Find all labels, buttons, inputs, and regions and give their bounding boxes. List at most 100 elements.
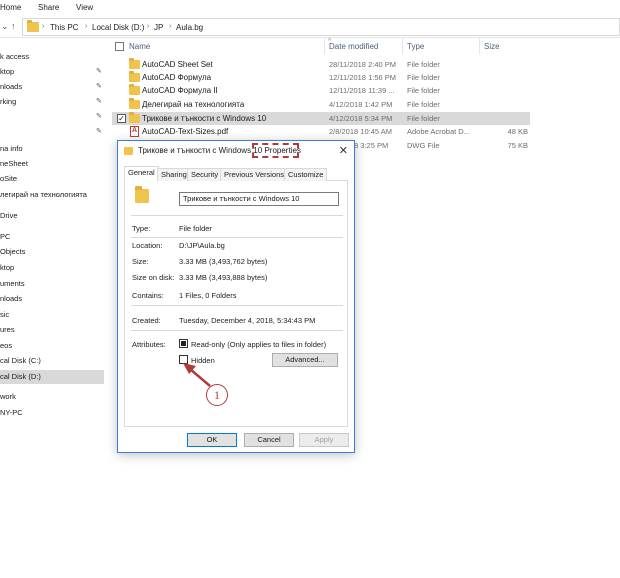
hidden-checkbox[interactable]	[179, 355, 188, 364]
column-headers: ^ Name Date modified Type Size	[112, 38, 532, 54]
nav-item-downloads-pc[interactable]: nloads	[0, 292, 104, 306]
dialog-title-bar[interactable]: Трикове и тънкости с Windows 10 Properti…	[118, 141, 354, 161]
tab-previous-versions[interactable]: Previous Versions	[220, 168, 289, 181]
readonly-checkbox[interactable]	[179, 339, 188, 348]
ribbon-tab-view[interactable]: View	[76, 3, 93, 12]
row-checkbox[interactable]: ✓	[117, 114, 126, 123]
tab-general[interactable]: General	[124, 166, 159, 181]
file-date: 28/11/2018 2:40 PM	[329, 60, 396, 69]
nav-item-pinned-6[interactable]: ✎	[0, 125, 104, 139]
chevron-right-icon[interactable]: ›	[85, 23, 87, 30]
file-name: AutoCAD Формула II	[142, 86, 218, 95]
size-on-disk-value: 3.33 MB (3,493,888 bytes)	[179, 273, 268, 282]
column-header-date[interactable]: Date modified	[329, 42, 378, 51]
nav-item-na-info[interactable]: na info	[0, 142, 104, 156]
nav-item-ny-pc[interactable]: NY-PC	[0, 406, 104, 420]
breadcrumb-local-disk-d[interactable]: Local Disk (D:)	[92, 23, 144, 32]
nav-item-working[interactable]: rking ✎	[0, 95, 104, 109]
tab-customize[interactable]: Customize	[284, 168, 328, 181]
nav-item-documents[interactable]: uments	[0, 277, 104, 291]
divider	[131, 305, 343, 306]
file-size: 75 KB	[507, 141, 528, 150]
column-divider[interactable]	[402, 38, 403, 54]
file-type: File folder	[407, 86, 440, 95]
ribbon-tab-share[interactable]: Share	[38, 3, 59, 12]
nav-item-network[interactable]: work	[0, 390, 104, 404]
file-type: File folder	[407, 73, 440, 82]
pin-icon: ✎	[96, 98, 102, 105]
column-header-name[interactable]: Name	[129, 42, 150, 51]
nav-item-3d-objects[interactable]: Objects	[0, 245, 104, 259]
size-label: Size:	[132, 257, 149, 266]
address-bar[interactable]: › This PC › Local Disk (D:) › JP › Aula.…	[22, 18, 620, 36]
chevron-right-icon[interactable]: ›	[42, 23, 44, 30]
nav-item-videos[interactable]: eos	[0, 339, 104, 353]
table-row[interactable]: Делегирай на технологията 4/12/2018 1:42…	[112, 98, 530, 111]
ribbon-tab-home[interactable]: Home	[0, 3, 21, 12]
pin-icon: ✎	[96, 68, 102, 75]
apply-button[interactable]: Apply	[299, 433, 349, 447]
nav-item-quick-access[interactable]: k access	[0, 50, 104, 64]
divider	[131, 330, 343, 331]
file-date: 12/11/2018 1:56 PM	[329, 73, 396, 82]
folder-icon	[129, 58, 140, 69]
general-panel: Трикове и тънкости с Windows 10 Type: Fi…	[124, 181, 348, 427]
nav-item-this-pc[interactable]: PC	[0, 230, 104, 244]
nav-item-onesite[interactable]: oSite	[0, 172, 104, 186]
size-on-disk-label: Size on disk:	[132, 273, 175, 282]
nav-item-pinned-5[interactable]: ✎	[0, 110, 104, 124]
file-type: File folder	[407, 60, 440, 69]
breadcrumb-this-pc[interactable]: This PC	[50, 23, 78, 32]
table-row[interactable]: AutoCAD Формула 12/11/2018 1:56 PM File …	[112, 71, 530, 84]
table-row[interactable]: AutoCAD Формула II 12/11/2018 11:39 ... …	[112, 84, 530, 97]
file-name: AutoCAD Sheet Set	[142, 60, 213, 69]
select-all-checkbox[interactable]	[115, 42, 124, 51]
advanced-button[interactable]: Advanced...	[272, 353, 338, 367]
chevron-down-icon[interactable]: ⌄	[1, 21, 9, 32]
nav-item-downloads[interactable]: nloads ✎	[0, 80, 104, 94]
tab-sharing[interactable]: Sharing	[157, 168, 191, 181]
column-header-type[interactable]: Type	[407, 42, 424, 51]
nav-item-pictures[interactable]: ures	[0, 323, 104, 337]
nav-item-local-disk-c[interactable]: cal Disk (C:)	[0, 354, 104, 368]
nav-item-delegate[interactable]: легирай на технологията	[0, 188, 104, 202]
column-divider[interactable]	[479, 38, 480, 54]
folder-name-input[interactable]: Трикове и тънкости с Windows 10	[179, 192, 339, 206]
pin-icon: ✎	[96, 113, 102, 120]
ok-button[interactable]: OK	[187, 433, 237, 447]
column-header-size[interactable]: Size	[484, 42, 500, 51]
nav-item-onesheet[interactable]: neSheet	[0, 157, 104, 171]
close-icon[interactable]: ✕	[339, 144, 348, 157]
location-label: Location:	[132, 241, 163, 250]
file-date: 2/8/2018 10:45 AM	[329, 127, 392, 136]
table-row-selected[interactable]: ✓ Трикове и тънкости с Windows 10 4/12/2…	[112, 112, 530, 125]
file-date: 12/11/2018 11:39 ...	[329, 86, 395, 95]
folder-icon	[135, 186, 149, 203]
contains-label: Contains:	[132, 291, 164, 300]
column-divider[interactable]	[324, 38, 325, 54]
chevron-right-icon[interactable]: ›	[169, 23, 171, 30]
file-size: 48 KB	[507, 127, 528, 136]
nav-item-desktop[interactable]: ktop ✎	[0, 65, 104, 79]
nav-item-local-disk-d[interactable]: cal Disk (D:)	[0, 370, 104, 384]
nav-item-music[interactable]: sic	[0, 308, 104, 322]
divider	[131, 215, 343, 216]
attributes-label: Attributes:	[132, 340, 166, 349]
breadcrumb-aula-bg[interactable]: Aula.bg	[176, 23, 203, 32]
table-row[interactable]: AutoCAD-Text-Sizes.pdf 2/8/2018 10:45 AM…	[112, 125, 530, 138]
file-date: 4/12/2018 5:34 PM	[329, 114, 393, 123]
tab-security[interactable]: Security	[187, 168, 223, 181]
table-row[interactable]: AutoCAD Sheet Set 28/11/2018 2:40 PM Fil…	[112, 58, 530, 71]
file-type: DWG File	[407, 141, 440, 150]
properties-dialog: Трикове и тънкости с Windows 10 Properti…	[117, 140, 355, 453]
nav-item-desktop-pc[interactable]: ktop	[0, 261, 104, 275]
created-value: Tuesday, December 4, 2018, 5:34:43 PM	[179, 316, 316, 325]
nav-item-onedrive[interactable]: Drive	[0, 209, 104, 223]
cancel-button[interactable]: Cancel	[244, 433, 294, 447]
breadcrumb-jp[interactable]: JP	[154, 23, 163, 32]
chevron-right-icon[interactable]: ›	[147, 23, 149, 30]
pin-icon: ✎	[96, 83, 102, 90]
file-date: 4/12/2018 1:42 PM	[329, 100, 393, 109]
contains-value: 1 Files, 0 Folders	[179, 291, 237, 300]
up-arrow-icon[interactable]: ↑	[11, 21, 16, 31]
